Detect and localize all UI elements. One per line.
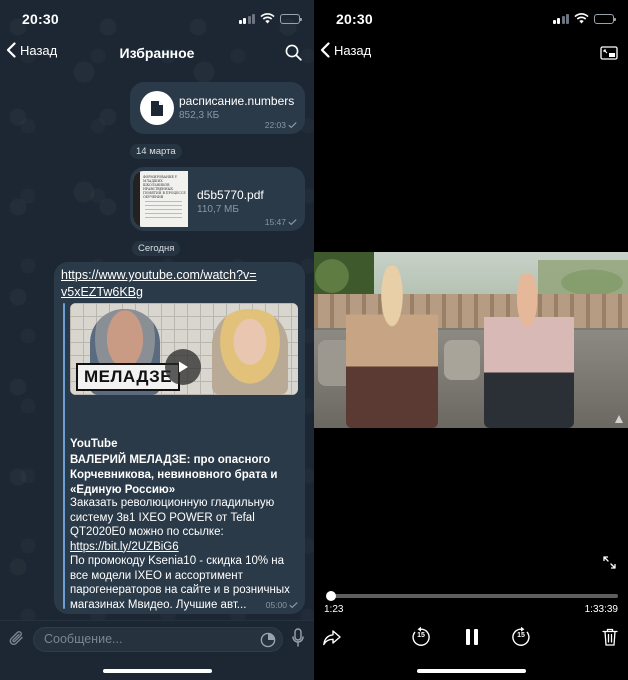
youtube-link[interactable]: https://www.youtube.com/watch?v=v5xEZTw6…	[61, 267, 261, 301]
file-icon[interactable]	[140, 91, 174, 125]
fullscreen-icon[interactable]	[603, 556, 616, 569]
file-size: 110,7 МБ	[197, 204, 239, 215]
status-bar: 20:30	[0, 0, 314, 38]
seek-bar[interactable]	[326, 591, 618, 601]
microphone-icon[interactable]	[292, 628, 304, 648]
status-bar: 20:30	[314, 0, 628, 38]
chat-screen: 20:30 Назад Избранное расписание.numbers…	[0, 0, 314, 680]
video-person	[484, 274, 574, 428]
message-time: 22:03	[265, 120, 297, 130]
video-person	[346, 266, 438, 428]
trash-icon	[602, 628, 618, 646]
status-icons	[552, 13, 616, 24]
file-message[interactable]: расписание.numbers 852,3 КБ 22:03	[130, 82, 305, 134]
search-icon[interactable]	[285, 44, 302, 61]
chat-nav-bar: Назад Избранное	[0, 38, 314, 68]
skip-forward-label: 15	[517, 632, 525, 639]
battery-icon	[280, 13, 302, 24]
file-message[interactable]: Формирование у младших школьников нравст…	[130, 167, 305, 231]
video-frame[interactable]	[314, 252, 628, 428]
date-separator: 14 марта	[130, 144, 182, 159]
home-indicator	[103, 669, 212, 673]
duration: 1:33:39	[584, 604, 618, 615]
picture-in-picture-icon[interactable]	[600, 46, 618, 60]
battery-icon	[594, 13, 616, 24]
paperclip-icon[interactable]	[8, 629, 26, 647]
share-icon	[323, 630, 341, 646]
preview-accent-bar	[63, 303, 65, 609]
back-label: Назад	[334, 42, 372, 58]
thumbnail-person	[212, 309, 288, 395]
link-title: ВАЛЕРИЙ МЕЛАДЗЕ: про опасного Корчевнико…	[70, 454, 278, 496]
current-time: 1:23	[324, 604, 344, 615]
signal-icon	[552, 13, 569, 24]
description-link[interactable]: https://bit.ly/2UZBiG6	[70, 541, 179, 553]
file-name: расписание.numbers	[179, 94, 295, 108]
message-input-bar	[0, 620, 314, 680]
date-separator: Сегодня	[132, 241, 181, 256]
seek-bar-handle[interactable]	[326, 591, 337, 601]
pause-button[interactable]	[464, 626, 480, 648]
skip-back-label: 15	[417, 632, 425, 639]
watermark-icon	[615, 415, 623, 423]
signal-icon	[238, 13, 255, 24]
message-time: 15:47	[265, 217, 297, 227]
chevron-left-icon	[320, 42, 330, 58]
status-time: 20:30	[22, 11, 59, 27]
video-player-screen: 20:30 Назад 1:23 1:33:39 15 15	[314, 0, 628, 680]
sticker-icon[interactable]	[260, 632, 276, 648]
share-button[interactable]	[322, 626, 342, 648]
page-title: Избранное	[119, 45, 195, 61]
skip-back-button[interactable]: 15	[410, 626, 432, 648]
check-icon	[288, 122, 297, 128]
play-button[interactable]	[165, 349, 201, 385]
status-time: 20:30	[336, 11, 373, 27]
message-input-text[interactable]	[44, 632, 244, 646]
home-indicator	[417, 669, 526, 673]
status-icons	[238, 13, 302, 24]
back-button[interactable]: Назад	[320, 42, 371, 58]
check-icon	[288, 219, 297, 225]
file-name: d5b5770.pdf	[197, 188, 264, 202]
link-message: https://www.youtube.com/watch?v=v5xEZTw6…	[54, 262, 305, 614]
video-preview-thumbnail[interactable]: МЕЛАДЗЕ	[70, 303, 298, 395]
pause-icon	[466, 629, 478, 645]
delete-button[interactable]	[602, 626, 618, 648]
file-size: 852,3 КБ	[179, 110, 220, 121]
player-nav-bar: Назад	[314, 38, 628, 68]
pdf-thumbnail-text: Формирование у младших школьников нравст…	[143, 175, 186, 199]
skip-forward-button[interactable]: 15	[510, 626, 532, 648]
link-source: YouTube	[70, 438, 118, 450]
check-icon	[289, 602, 298, 608]
message-time: 05:00	[262, 600, 298, 610]
link-description: Заказать революционную гладильную систем…	[70, 497, 290, 611]
message-input[interactable]	[33, 627, 283, 652]
wifi-icon	[260, 13, 275, 24]
play-icon	[179, 361, 188, 373]
pdf-thumbnail[interactable]: Формирование у младших школьников нравст…	[133, 171, 188, 227]
wifi-icon	[574, 13, 589, 24]
